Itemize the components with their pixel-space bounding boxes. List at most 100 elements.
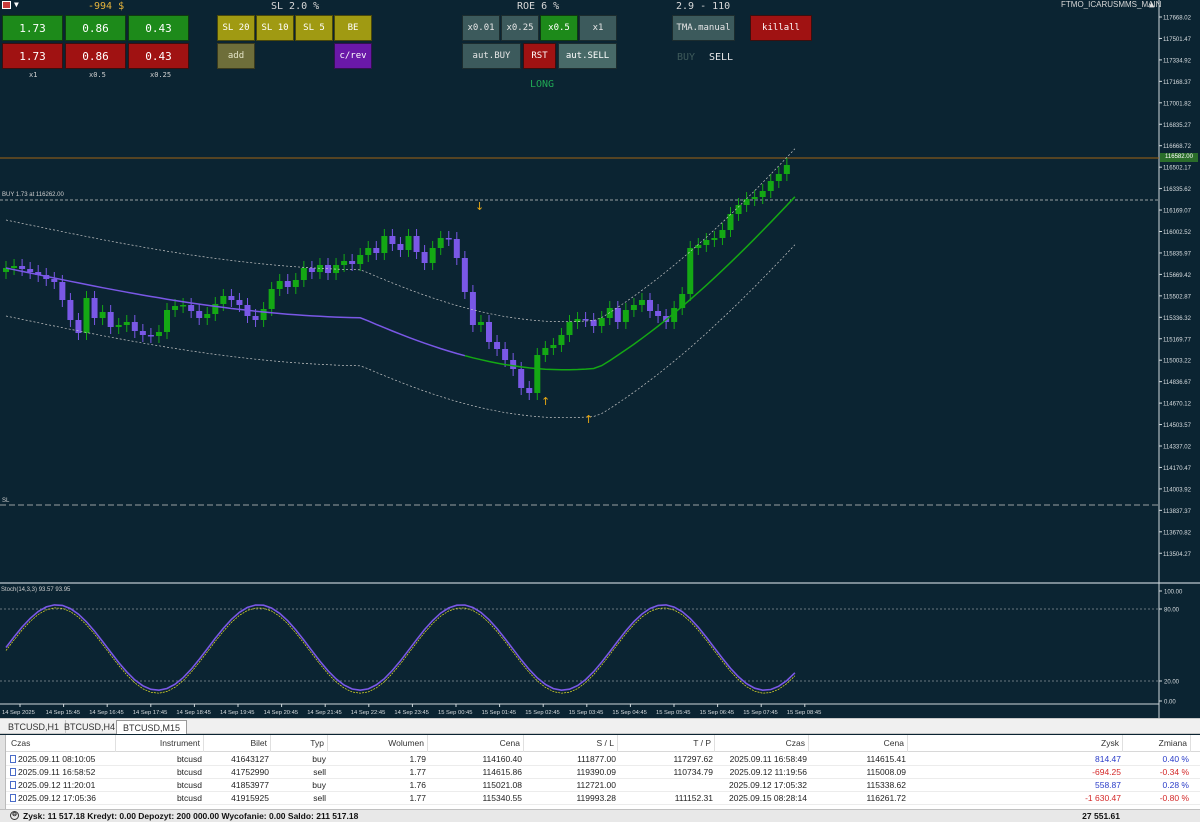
col-header-close-time[interactable]: Czas [716,735,809,752]
price-tick-label: 117168.37 [1163,80,1192,86]
buy-indicator: BUY [677,52,696,63]
candle-body [518,369,525,388]
sl20-button[interactable]: SL 20 [217,15,255,41]
table-cell: 119993.28 [576,793,616,803]
document-icon [10,768,16,776]
price-tick-label: 114003.92 [1163,487,1192,493]
table-cell: 119390.09 [576,767,616,777]
candle-body [196,311,203,318]
table-row[interactable]: 2025.09.11 16:58:52 btcusd 41752990 sell 1.7… [0,766,1200,779]
table-row[interactable]: 2025.09.12 17:05:36 btcusd 41915925 sell 1.7… [0,792,1200,805]
buy-lot-button-2[interactable]: 0.86 [65,15,126,41]
col-header-volume[interactable]: Wolumen [329,735,428,752]
auto-buy-button[interactable]: aut.BUY [462,43,521,69]
candle-body [155,332,162,336]
table-row[interactable]: 2025.09.11 08:10:05 btcusd 41643127 buy 1.79… [0,753,1200,766]
table-cell: 0.28 % [1162,780,1189,790]
up-arrow-icon: ↑ [541,395,550,408]
table-cell: 1.76 [409,780,426,790]
candle-body [59,282,66,300]
sell-indicator: SELL [709,52,734,63]
table-cell: 41915925 [231,793,269,803]
chart-canvas[interactable]: 117668.02 117501.47 117334.92 117168.37 1170… [0,0,1200,718]
candle-body [486,322,492,342]
time-tick-label: 15 Sep 05:45 [656,710,691,716]
candle-body [67,300,74,320]
mult-05-button[interactable]: x0.5 [540,15,578,41]
breakeven-button[interactable]: BE [334,15,372,41]
candle-body [268,289,275,309]
price-tick-label: 115336.32 [1163,316,1192,322]
col-header-change[interactable]: Zmiana [1124,735,1191,752]
table-cell: 41853977 [231,780,269,790]
candle-body [550,345,557,348]
time-tick-label: 15 Sep 02:45 [525,710,560,716]
sell-lot-button-2[interactable]: 0.86 [65,43,126,69]
candle-body [558,335,565,345]
tab-btcusd-m15[interactable]: BTCUSD,M15 [116,720,188,734]
col-header-close-price[interactable]: Cena [810,735,908,752]
mult-001-button[interactable]: x0.01 [462,15,500,41]
sl5-button[interactable]: SL 5 [295,15,333,41]
col-header-sl[interactable]: S / L [525,735,618,752]
toolbox-side-tab[interactable] [0,735,6,809]
close-reverse-button[interactable]: c/rev [334,43,372,69]
candle-body [510,360,517,369]
price-tick-label: 117334.92 [1163,58,1192,64]
price-tick-label: 117001.82 [1163,101,1192,107]
chart-type-icon[interactable]: ▼ [14,1,23,9]
tma-manual-button[interactable]: TMA.manual [672,15,735,41]
table-cell: 1.79 [409,754,426,764]
menu-icon[interactable] [2,1,11,9]
auto-sell-button[interactable]: aut.SELL [558,43,617,69]
candle-body [614,308,621,322]
candle-body [123,322,130,325]
document-icon [10,794,16,802]
candle-body [349,261,356,264]
tab-btcusd-h1[interactable]: BTCUSD,H1 [2,720,67,734]
col-header-profit[interactable]: Zysk [909,735,1123,752]
table-cell: 110734.79 [673,767,713,777]
candle-body [188,305,195,311]
col-header-tp[interactable]: T / P [619,735,715,752]
tab-btcusd-h4[interactable]: BTCUSD,H4 [58,720,123,734]
add-button[interactable]: add [217,43,255,69]
price-tick-label: 115502.87 [1163,294,1192,300]
sl10-button[interactable]: SL 10 [256,15,294,41]
col-header-open-time[interactable]: Czas [8,735,116,752]
price-tick-label: 116835.27 [1163,123,1192,129]
range-title: 2.9 - 110 [676,1,731,12]
price-tick-label: 115169.77 [1163,337,1192,343]
stoch-tick-label: 20.00 [1164,680,1180,686]
sell-lot-button-3[interactable]: 0.43 [128,43,189,69]
table-cell: sell [313,793,326,803]
status-icon: ⊖ [10,811,19,820]
reset-button[interactable]: RST [523,43,556,69]
time-tick-label: 14 Sep 22:45 [351,710,386,716]
buy-lot-button-3[interactable]: 0.43 [128,15,189,41]
candle-body [11,266,18,268]
col-header-instrument[interactable]: Instrument [117,735,204,752]
table-row[interactable]: 2025.09.12 11:20:01 btcusd 41853977 buy 1.76… [0,779,1200,792]
col-header-open-price[interactable]: Cena [429,735,524,752]
buy-lot-button-1[interactable]: 1.73 [2,15,63,41]
candle-body [542,348,549,355]
time-tick-label: 14 Sep 21:45 [307,710,342,716]
candle-body [437,238,444,248]
document-icon [10,781,16,789]
killall-button[interactable]: killall [750,15,812,41]
col-header-type[interactable]: Typ [272,735,328,752]
price-chart[interactable]: 117668.02 117501.47 117334.92 117168.37 1170… [0,0,1200,718]
table-cell: 114615.41 [866,754,906,764]
mult-025-button[interactable]: x0.25 [501,15,539,41]
sell-lot-button-1[interactable]: 1.73 [2,43,63,69]
price-tick-label: 116668.72 [1163,144,1192,150]
stoch-tick-label: 80.00 [1164,608,1180,614]
candle-body [494,342,501,349]
candle-body [172,306,179,310]
account-status-bar: ⊖ Zysk: 11 517.18 Kredyt: 0.00 Depozyt: … [0,809,1200,822]
price-tick-label: 115669.42 [1163,273,1192,279]
price-tick-label: 116502.17 [1163,166,1192,172]
mult-1-button[interactable]: x1 [579,15,617,41]
col-header-ticket[interactable]: Bilet [204,735,271,752]
